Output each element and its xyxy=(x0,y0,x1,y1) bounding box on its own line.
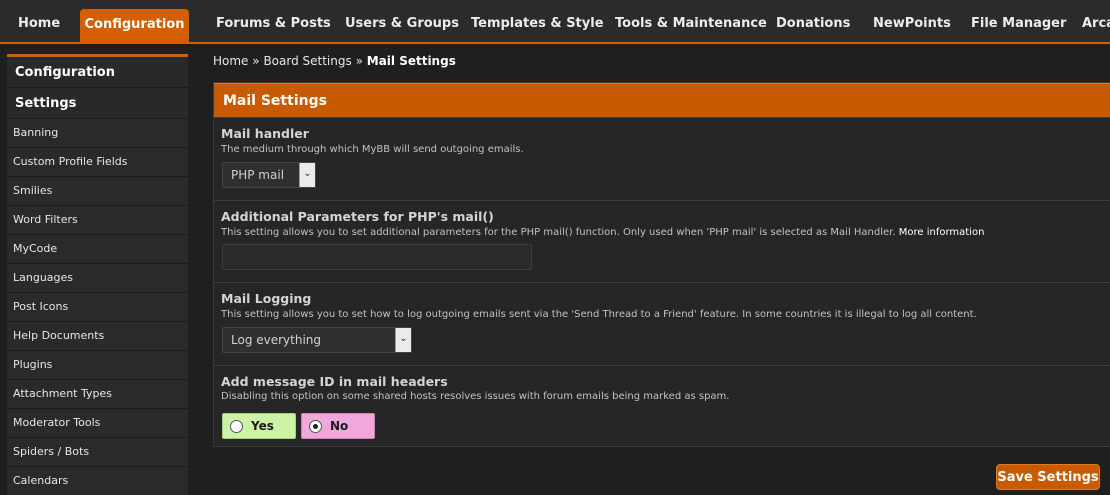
setting-mail-handler: Mail handler The medium through which My… xyxy=(214,117,1110,200)
no-label: No xyxy=(330,419,349,433)
breadcrumb-home-link[interactable]: Home xyxy=(213,54,248,68)
tab-tools-maintenance[interactable]: Tools & Maintenance xyxy=(615,9,767,42)
select-value: PHP mail xyxy=(231,168,285,182)
radio-unchecked-icon xyxy=(230,420,243,433)
tab-forums-posts[interactable]: Forums & Posts xyxy=(216,9,331,42)
tab-file-manager[interactable]: File Manager xyxy=(971,9,1066,42)
mail-parameters-input[interactable] xyxy=(222,244,532,270)
radio-checked-icon xyxy=(309,420,322,433)
setting-mail-logging: Mail Logging This setting allows you to … xyxy=(214,282,1110,365)
breadcrumb-board-settings-link[interactable]: Board Settings xyxy=(263,54,351,68)
sidebar-item-plugins[interactable]: Plugins xyxy=(7,351,188,380)
sidebar-item-help-documents[interactable]: Help Documents xyxy=(7,322,188,351)
setting-description: The medium through which MyBB will send … xyxy=(221,144,524,155)
setting-title: Mail Logging xyxy=(221,291,312,306)
setting-message-id: Add message ID in mail headers Disabling… xyxy=(214,365,1110,446)
more-information-link[interactable]: More information xyxy=(899,227,985,238)
no-radio[interactable]: No xyxy=(301,413,375,439)
panel-title: Mail Settings xyxy=(214,83,1110,117)
tab-users-groups[interactable]: Users & Groups xyxy=(345,9,459,42)
sidebar-item-languages[interactable]: Languages xyxy=(7,264,188,293)
tab-donations[interactable]: Donations xyxy=(776,9,850,42)
breadcrumb-separator: » xyxy=(252,54,260,68)
sidebar-item-banning[interactable]: Banning xyxy=(7,119,188,148)
mail-logging-select[interactable]: Log everything ⌄ xyxy=(222,327,412,353)
sidebar-item-attachment-types[interactable]: Attachment Types xyxy=(7,380,188,409)
sidebar-item-custom-profile-fields[interactable]: Custom Profile Fields xyxy=(7,148,188,177)
sidebar: Configuration Settings Banning Custom Pr… xyxy=(7,54,188,495)
sidebar-section-title: Configuration xyxy=(7,57,188,88)
sidebar-item-post-icons[interactable]: Post Icons xyxy=(7,293,188,322)
chevron-down-icon[interactable]: ⌄ xyxy=(395,328,411,352)
breadcrumb-separator: » xyxy=(355,54,363,68)
yes-label: Yes xyxy=(251,419,274,433)
select-value: Log everything xyxy=(231,333,322,347)
setting-title: Mail handler xyxy=(221,126,309,141)
breadcrumb-current: Mail Settings xyxy=(366,54,456,68)
mail-handler-select[interactable]: PHP mail ⌄ xyxy=(222,162,316,188)
setting-title: Add message ID in mail headers xyxy=(221,374,448,389)
tab-arcade[interactable]: Arca xyxy=(1082,9,1110,42)
sidebar-item-spiders-bots[interactable]: Spiders / Bots xyxy=(7,438,188,467)
sidebar-item-mycode[interactable]: MyCode xyxy=(7,235,188,264)
chevron-down-icon[interactable]: ⌄ xyxy=(299,163,315,187)
save-settings-button[interactable]: Save Settings xyxy=(996,464,1100,490)
sidebar-item-smilies[interactable]: Smilies xyxy=(7,177,188,206)
setting-description: This setting allows you to set how to lo… xyxy=(221,309,977,320)
tab-templates-style[interactable]: Templates & Style xyxy=(471,9,604,42)
setting-title: Additional Parameters for PHP's mail() xyxy=(221,209,494,224)
mail-settings-panel: Mail Settings Mail handler The medium th… xyxy=(213,82,1110,447)
breadcrumb: Home » Board Settings » Mail Settings xyxy=(213,54,456,68)
tab-home[interactable]: Home xyxy=(18,9,60,42)
setting-description: Disabling this option on some shared hos… xyxy=(221,391,730,402)
description-text: This setting allows you to set additiona… xyxy=(221,227,896,238)
sidebar-item-calendars[interactable]: Calendars xyxy=(7,467,188,495)
setting-additional-parameters: Additional Parameters for PHP's mail() T… xyxy=(214,200,1110,282)
setting-description: This setting allows you to set additiona… xyxy=(221,227,984,238)
top-navigation: Home Configuration Forums & Posts Users … xyxy=(0,0,1110,44)
tab-newpoints[interactable]: NewPoints xyxy=(873,9,951,42)
sidebar-item-word-filters[interactable]: Word Filters xyxy=(7,206,188,235)
tab-configuration[interactable]: Configuration xyxy=(80,9,189,42)
sidebar-group-settings[interactable]: Settings xyxy=(7,88,188,119)
yes-radio[interactable]: Yes xyxy=(222,413,296,439)
sidebar-item-moderator-tools[interactable]: Moderator Tools xyxy=(7,409,188,438)
